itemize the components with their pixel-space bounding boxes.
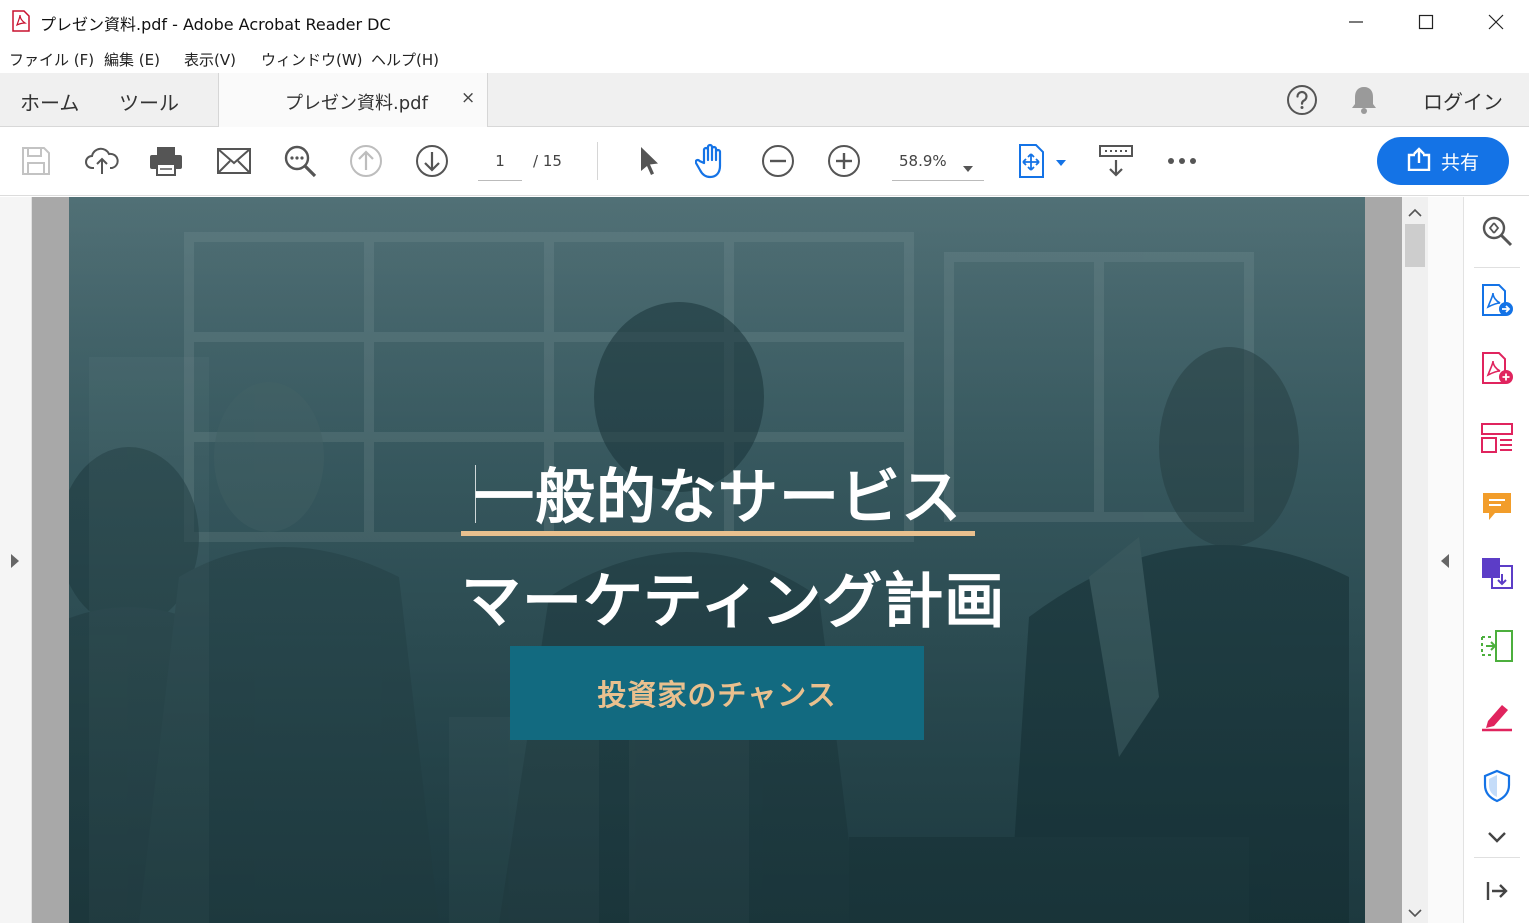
headline-underline [461,531,975,536]
email-icon[interactable] [216,143,252,179]
organize-pages-icon[interactable] [1478,419,1516,457]
maximize-button[interactable] [1391,0,1461,43]
toolbar: 1 / 15 58.9% 共有 [0,127,1529,196]
pdf-page: 一般的なサービス マーケティング計画 投資家のチャンス [69,197,1365,923]
previous-page-icon[interactable] [348,143,384,179]
hand-tool-icon[interactable] [694,143,730,179]
close-tab-icon[interactable]: × [461,88,475,108]
slide-headline: 一般的なサービス [474,463,962,533]
vertical-scrollbar[interactable] [1402,197,1428,923]
chevron-left-icon [1439,553,1451,573]
save-icon[interactable] [18,143,54,179]
tab-home[interactable]: ホーム [20,87,79,116]
chevron-right-icon [9,553,21,573]
protect-shield-icon[interactable] [1478,767,1516,805]
compress-pdf-icon[interactable] [1478,627,1516,665]
fit-page-icon[interactable] [1013,143,1069,179]
read-mode-icon[interactable] [1098,143,1134,179]
minimize-button[interactable] [1321,0,1391,43]
zoom-out-icon[interactable] [760,143,796,179]
scrollbar-thumb[interactable] [1405,224,1425,267]
pane-divider [1474,857,1520,858]
upload-cloud-icon[interactable] [84,143,120,179]
pdf-file-icon [11,10,31,32]
menu-file[interactable]: ファイル (F) [9,49,94,70]
next-page-icon[interactable] [414,143,450,179]
toolbar-divider [597,142,598,180]
tab-document[interactable]: プレゼン資料.pdf × [218,73,488,128]
notifications-bell-icon[interactable] [1349,84,1379,120]
chevron-down-icon [962,158,974,177]
window-title: プレゼン資料.pdf - Adobe Acrobat Reader DC [40,15,391,34]
scroll-down-icon[interactable] [1408,903,1422,922]
menu-edit[interactable]: 編集 (E) [104,49,160,70]
pane-divider [1474,267,1520,268]
share-icon [1407,146,1431,176]
menu-view[interactable]: 表示(V) [184,49,236,70]
collapse-pane-icon[interactable] [1478,872,1516,910]
page-number-input[interactable]: 1 [478,141,522,181]
tab-tools[interactable]: ツール [119,87,179,116]
scroll-up-icon[interactable] [1408,203,1422,222]
print-icon[interactable] [148,143,184,179]
slide-subheadline: マーケティング計画 [461,567,1006,637]
title-bar: プレゼン資料.pdf - Adobe Acrobat Reader DC [0,0,1529,43]
more-tools-chevron-icon[interactable] [1478,818,1516,856]
find-zoom-icon[interactable] [282,143,318,179]
zoom-in-icon[interactable] [826,143,862,179]
document-viewport[interactable]: 一般的なサービス マーケティング計画 投資家のチャンス [32,197,1402,923]
fill-sign-icon[interactable] [1478,697,1516,735]
zoom-value: 58.9% [899,152,947,170]
close-window-button[interactable] [1461,0,1529,43]
more-options-icon[interactable] [1164,143,1200,179]
help-icon[interactable] [1286,84,1318,120]
search-tool-icon[interactable] [1478,212,1516,250]
combine-files-icon[interactable] [1478,555,1516,593]
export-pdf-icon[interactable] [1478,282,1516,320]
page-total: / 15 [533,152,562,170]
right-panel-toggle[interactable] [1428,197,1464,923]
zoom-dropdown[interactable]: 58.9% [892,141,984,181]
select-cursor-icon[interactable] [629,143,665,179]
menu-help[interactable]: ヘルプ(H) [371,49,439,70]
tools-pane [1464,197,1529,923]
share-label: 共有 [1440,151,1479,174]
comment-icon[interactable] [1478,487,1516,525]
menu-bar: ファイル (F) 編集 (E) 表示(V) ウィンドウ(W) ヘルプ(H) [0,43,1529,73]
login-link[interactable]: ログイン [1423,86,1503,115]
slide-cta-banner: 投資家のチャンス [510,646,924,740]
left-panel-toggle[interactable] [0,197,32,923]
share-button[interactable]: 共有 [1377,137,1509,185]
document-tab-label: プレゼン資料.pdf [285,93,428,114]
menu-window[interactable]: ウィンドウ(W) [261,49,363,70]
create-pdf-icon[interactable] [1478,350,1516,388]
